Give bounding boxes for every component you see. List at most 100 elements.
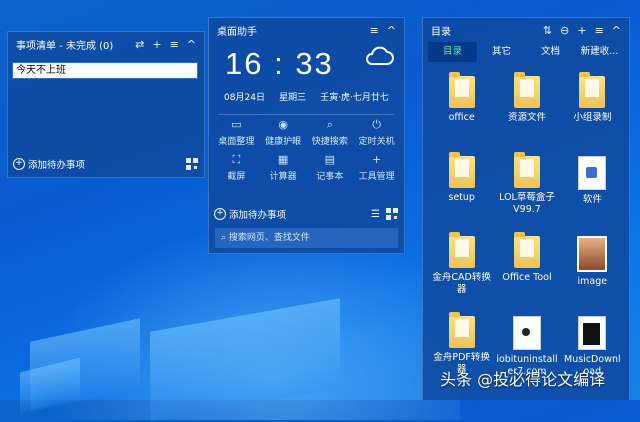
plus-icon: + bbox=[372, 153, 382, 166]
notepad-icon: ▤ bbox=[324, 153, 336, 166]
desktop-icon: ▭ bbox=[231, 118, 242, 131]
cloud-weather-icon[interactable] bbox=[364, 44, 394, 66]
folder-icon bbox=[448, 312, 475, 348]
file-label: 小组录制 bbox=[573, 112, 612, 123]
todo-header: 事项清单 - 未完成 (0) ⇄ + ≡ ^ bbox=[8, 32, 204, 56]
tool-screenshot[interactable]: ⛶ 截屏 bbox=[213, 153, 260, 182]
tool-desktop-organize[interactable]: ▭ 桌面整理 bbox=[213, 118, 260, 147]
clock-time: 16 : 33 bbox=[225, 46, 334, 81]
add-icon[interactable]: + bbox=[152, 38, 161, 51]
tool-label: 健康护眼 bbox=[265, 137, 302, 147]
tool-label: 快捷搜索 bbox=[311, 137, 348, 147]
swap-icon[interactable]: ⇄ bbox=[135, 38, 144, 51]
tool-label: 工具管理 bbox=[358, 172, 395, 182]
tool-label: 定时关机 bbox=[358, 137, 395, 147]
eye-icon: ◉ bbox=[278, 118, 288, 131]
tab-new-collection[interactable]: 新建收... bbox=[575, 42, 624, 62]
file-label: Office Tool bbox=[502, 272, 552, 283]
tool-notepad[interactable]: ▤ 记事本 bbox=[307, 153, 354, 182]
file-item[interactable]: image bbox=[560, 236, 625, 310]
file-item[interactable]: 小组录制 bbox=[560, 72, 625, 150]
todo-entry-input[interactable]: 今天不上班 bbox=[12, 62, 198, 79]
collapse-icon[interactable]: ^ bbox=[612, 24, 621, 37]
tools-grid: ▭ 桌面整理 ◉ 健康护眼 ⌕ 快捷搜索 ⏻ 定时关机 ⛶ 截屏 ▦ 计算器 ▤ 记事本 + 工… bbox=[213, 118, 400, 182]
add-icon[interactable]: + bbox=[577, 24, 586, 37]
search-placeholder: 搜索网页、查找文件 bbox=[228, 233, 310, 243]
watermark: 头条 @投必得论文编译 bbox=[440, 366, 605, 390]
folder-icon bbox=[448, 72, 475, 108]
menu-icon[interactable]: ≡ bbox=[595, 24, 604, 37]
directory-header: 目录 ⇅ ⊖ + ≡ ^ bbox=[423, 18, 629, 42]
tool-eye-care[interactable]: ◉ 健康护眼 bbox=[260, 118, 307, 147]
folder-icon bbox=[513, 152, 540, 188]
folder-icon bbox=[448, 152, 475, 188]
image-file-icon bbox=[577, 236, 608, 272]
file-item[interactable]: LOL草莓盒子V99.7 bbox=[494, 152, 559, 230]
file-icon bbox=[512, 316, 541, 350]
search-icon: ⌕ bbox=[326, 118, 333, 131]
desktop-assistant-widget: 桌面助手 ≡ ^ 16 : 33 08月24日 星期三 壬寅·虎·七月廿七 ▭ 桌… bbox=[208, 17, 405, 254]
sort-icon[interactable]: ⇅ bbox=[543, 24, 552, 37]
folder-icon bbox=[579, 72, 606, 108]
assistant-title: 桌面助手 bbox=[217, 26, 257, 38]
tool-quick-search[interactable]: ⌕ 快捷搜索 bbox=[307, 118, 354, 147]
add-circle-icon: + bbox=[13, 158, 25, 170]
web-search-input[interactable]: ⌕ 搜索网页、查找文件 bbox=[215, 228, 398, 248]
menu-icon[interactable]: ≡ bbox=[170, 38, 179, 51]
crop-icon: ⛶ bbox=[232, 153, 241, 166]
file-item[interactable]: Office Tool bbox=[494, 232, 559, 310]
weekday-label: 星期三 bbox=[279, 93, 307, 103]
watermark-text: 头条 @投必得论文编译 bbox=[440, 370, 606, 389]
file-icon bbox=[578, 316, 607, 350]
qr-code-icon[interactable] bbox=[186, 158, 198, 170]
tab-directory[interactable]: 目录 bbox=[428, 42, 477, 62]
list-settings-icon[interactable]: ☰ bbox=[371, 209, 380, 220]
menu-icon[interactable]: ≡ bbox=[370, 24, 379, 37]
file-item[interactable]: office bbox=[429, 72, 494, 150]
file-item[interactable]: 软件 bbox=[560, 156, 625, 230]
tool-label: 记事本 bbox=[316, 172, 344, 182]
todo-add-label[interactable]: 添加待办事项 bbox=[28, 157, 186, 171]
lock-icon[interactable]: ⊖ bbox=[560, 24, 569, 37]
tool-label: 计算器 bbox=[269, 172, 297, 182]
calculator-icon: ▦ bbox=[277, 153, 289, 166]
directory-widget: 目录 ⇅ ⊖ + ≡ ^ 目录 其它 文档 新建收... office 资源文件 小… bbox=[422, 17, 630, 400]
date-label: 08月24日 bbox=[224, 93, 265, 103]
power-icon: ⏻ bbox=[372, 118, 381, 131]
todo-widget: 事项清单 - 未完成 (0) ⇄ + ≡ ^ 今天不上班 + 添加待办事项 bbox=[7, 31, 205, 178]
collapse-icon[interactable]: ^ bbox=[387, 24, 396, 37]
divider bbox=[219, 114, 394, 115]
assistant-add-label[interactable]: 添加待办事项 bbox=[229, 207, 371, 221]
add-circle-icon: + bbox=[214, 208, 226, 220]
lunar-date-label: 壬寅·虎·七月廿七 bbox=[320, 93, 389, 103]
collapse-icon[interactable]: ^ bbox=[187, 38, 196, 51]
file-label: 金舟CAD转换器 bbox=[432, 272, 491, 295]
file-item[interactable]: 金舟CAD转换器 bbox=[429, 232, 494, 310]
directory-tabs: 目录 其它 文档 新建收... bbox=[428, 42, 624, 62]
folder-icon bbox=[513, 72, 540, 108]
tool-manage[interactable]: + 工具管理 bbox=[353, 153, 400, 182]
todo-add-row[interactable]: + 添加待办事项 bbox=[13, 157, 198, 171]
folder-icon bbox=[513, 232, 540, 268]
todo-title: 事项清单 - 未完成 (0) bbox=[16, 40, 114, 52]
file-item[interactable]: setup bbox=[429, 152, 494, 230]
directory-title: 目录 bbox=[431, 26, 451, 38]
tool-label: 截屏 bbox=[227, 172, 246, 182]
tab-other[interactable]: 其它 bbox=[477, 42, 526, 62]
assistant-add-row[interactable]: + 添加待办事项 ☰ bbox=[214, 207, 398, 221]
tool-label: 桌面整理 bbox=[218, 137, 255, 147]
qr-code-icon[interactable] bbox=[386, 208, 398, 220]
date-row: 08月24日 星期三 壬寅·虎·七月廿七 bbox=[209, 90, 404, 103]
file-item[interactable]: 资源文件 bbox=[494, 72, 559, 150]
file-label: 资源文件 bbox=[507, 112, 546, 123]
tool-timed-shutdown[interactable]: ⏻ 定时关机 bbox=[353, 118, 400, 147]
file-label: 软件 bbox=[582, 194, 602, 205]
file-grid: office 资源文件 小组录制 setup LOL草莓盒子V99.7 软件金舟CAD转换… bbox=[429, 72, 625, 390]
tab-documents[interactable]: 文档 bbox=[526, 42, 575, 62]
folder-icon bbox=[448, 232, 475, 268]
tool-calculator[interactable]: ▦ 计算器 bbox=[260, 153, 307, 182]
file-icon bbox=[578, 156, 607, 190]
assistant-header: 桌面助手 ≡ ^ bbox=[209, 18, 404, 42]
file-label: setup bbox=[448, 192, 475, 203]
file-label: image bbox=[577, 276, 608, 287]
